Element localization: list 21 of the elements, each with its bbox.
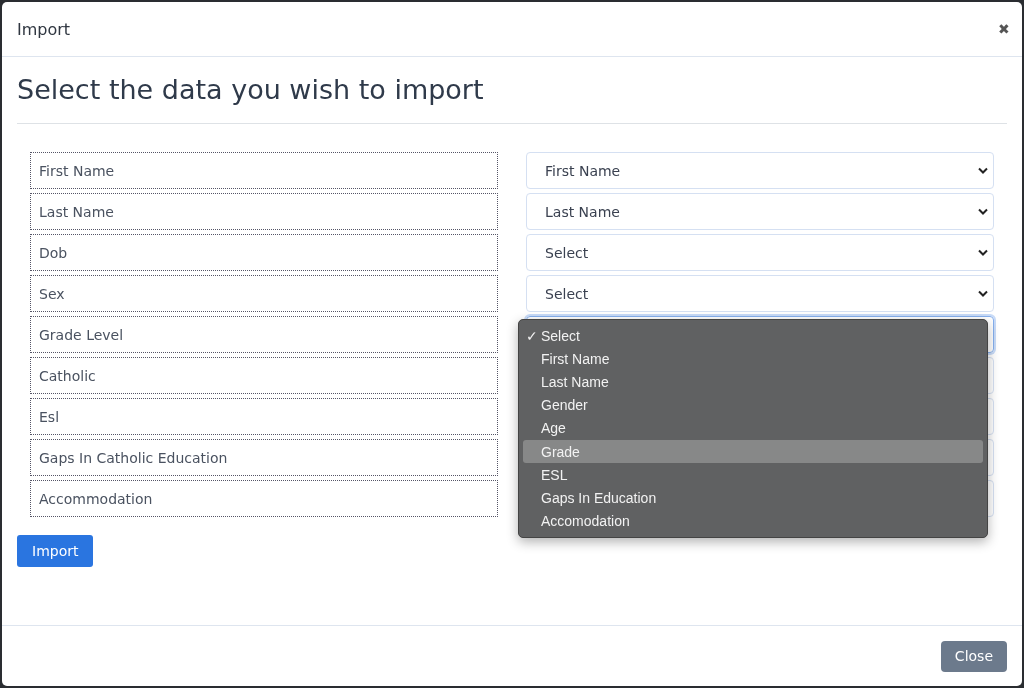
field-label: Accommodation xyxy=(30,480,498,517)
field-label: Esl xyxy=(30,398,498,435)
page-heading: Select the data you wish to import xyxy=(17,73,485,107)
option-label: Accomodation xyxy=(541,513,630,530)
field-label: Dob xyxy=(30,234,498,271)
field-label: Sex xyxy=(30,275,498,312)
field-label: Gaps In Catholic Education xyxy=(30,439,498,476)
field-label: Last Name xyxy=(30,193,498,230)
check-mark: ✓ xyxy=(526,327,538,344)
field-label: Grade Level xyxy=(30,316,498,353)
field-label: Catholic xyxy=(30,357,498,394)
option-label: Gender xyxy=(541,397,588,414)
option-label: Grade xyxy=(541,443,580,460)
option-label: Age xyxy=(541,420,566,437)
option-label: ESL xyxy=(541,466,568,483)
option-label: First Name xyxy=(541,350,610,367)
option-label: Select xyxy=(541,327,580,344)
dialog-title: Import xyxy=(17,19,71,39)
option-label: Gaps In Education xyxy=(541,489,657,506)
option-label: Last Name xyxy=(541,373,609,390)
field-label: First Name xyxy=(30,152,498,189)
